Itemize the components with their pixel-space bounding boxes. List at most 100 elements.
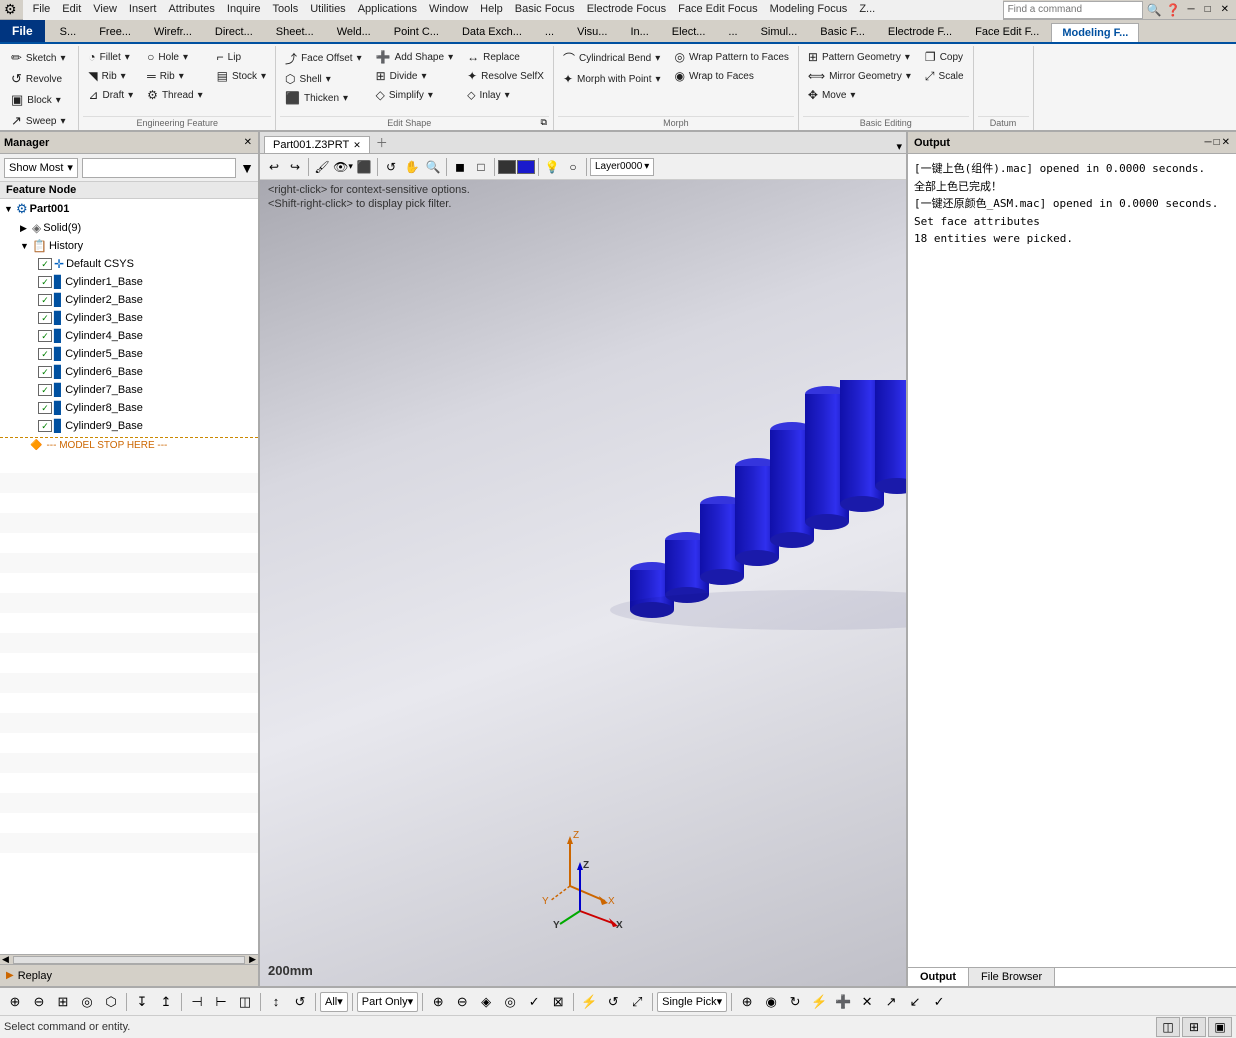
btn-thicken[interactable]: ⬛Thicken▾ — [280, 89, 367, 107]
manager-close-btn[interactable]: ✕ — [242, 137, 254, 148]
tree-item-cyl1[interactable]: ✓ ▊ Cylinder1_Base — [0, 273, 258, 291]
tree-item-default-csys[interactable]: ✓ ✛ Default CSYS — [0, 255, 258, 273]
bt-icon12[interactable]: ↻ — [784, 991, 806, 1013]
btn-thread[interactable]: ⚙Thread▾ — [142, 86, 207, 104]
vp-display-btn[interactable]: ◼ — [450, 157, 470, 177]
tree-item-cyl6[interactable]: ✓ ▊ Cylinder6_Base — [0, 363, 258, 381]
menu-file[interactable]: File — [27, 1, 57, 17]
menu-utilities[interactable]: Utilities — [304, 1, 351, 17]
menu-insert[interactable]: Insert — [123, 1, 163, 17]
btn-scale[interactable]: ⤢Scale — [920, 67, 969, 86]
bt-icon13[interactable]: ⚡ — [808, 991, 830, 1013]
ribbon-tab-sheet[interactable]: Sheet... — [265, 22, 325, 42]
output-tab-file-browser[interactable]: File Browser — [969, 968, 1055, 986]
view-btn-2[interactable]: ⊞ — [1182, 1017, 1206, 1037]
ribbon-tab-electf[interactable]: Electrode F... — [877, 22, 963, 42]
tab-close-btn[interactable]: ✕ — [353, 140, 361, 151]
output-close-btn[interactable]: ✕ — [1222, 137, 1230, 148]
help-icon[interactable]: ❓ — [1166, 3, 1181, 17]
vp-undo-btn[interactable]: ↩ — [264, 157, 284, 177]
menu-attributes[interactable]: Attributes — [162, 1, 220, 17]
tree-item-cyl4[interactable]: ✓ ▊ Cylinder4_Base — [0, 327, 258, 345]
layer-dropdown[interactable]: Layer0000▾ — [590, 158, 654, 176]
btn-block[interactable]: ▣Block▾ — [6, 90, 74, 110]
bt-icon11[interactable]: ◉ — [760, 991, 782, 1013]
ribbon-tab-modelingf[interactable]: Modeling F... — [1051, 23, 1139, 42]
window-minimize[interactable]: ─ — [1184, 4, 1197, 15]
bt-icon16[interactable]: ↗ — [880, 991, 902, 1013]
vp-cube-btn[interactable]: ⬛ — [354, 157, 374, 177]
tree-item-history[interactable]: ▼ 📋 History — [0, 237, 258, 255]
mode-dropdown[interactable]: All▾ — [320, 992, 348, 1012]
file-tab[interactable]: File — [0, 20, 45, 42]
btn-wrap-to-faces[interactable]: ◉Wrap to Faces — [670, 67, 794, 85]
bt-split[interactable]: ◫ — [234, 991, 256, 1013]
tree-item-part001[interactable]: ▼ ⚙ Part001 — [0, 199, 258, 219]
ribbon-tab-ellipsis1[interactable]: ... — [534, 22, 565, 42]
bt-rotate[interactable]: ↺ — [289, 991, 311, 1013]
btn-morph-with-point[interactable]: ✦Morph with Point▾ — [558, 70, 666, 88]
manager-filter-icon[interactable]: ▼ — [240, 160, 254, 176]
vp-pan-btn[interactable]: ✋ — [402, 157, 422, 177]
vp-light-btn[interactable]: 💡 — [542, 157, 562, 177]
bt-icon15[interactable]: ✕ — [856, 991, 878, 1013]
vp-redo-btn[interactable]: ↪ — [285, 157, 305, 177]
menu-view[interactable]: View — [87, 1, 123, 17]
btn-wrap-pattern[interactable]: ◎Wrap Pattern to Faces — [670, 48, 794, 66]
btn-lip[interactable]: ⌐Lip — [212, 48, 271, 66]
btn-move[interactable]: ✥Move▾ — [803, 86, 916, 104]
view-btn-3[interactable]: ▣ — [1208, 1017, 1232, 1037]
ribbon-tab-wire[interactable]: Wirefr... — [143, 22, 203, 42]
bt-move[interactable]: ↕ — [265, 991, 287, 1013]
btn-divide[interactable]: ⊞Divide▾ — [371, 67, 458, 85]
btn-rib[interactable]: ═Rib▾ — [142, 67, 207, 85]
ribbon-tab-faceeditf[interactable]: Face Edit F... — [964, 22, 1050, 42]
vp-wireframe-btn[interactable]: □ — [471, 157, 491, 177]
menu-basic-focus[interactable]: Basic Focus — [509, 1, 581, 17]
menu-electrode-focus[interactable]: Electrode Focus — [581, 1, 672, 17]
tree-item-solid[interactable]: ▶ ◈ Solid(9) — [0, 219, 258, 237]
menu-modeling-focus[interactable]: Modeling Focus — [764, 1, 854, 17]
btn-resolve-selfx[interactable]: ✦Resolve SelfX — [462, 67, 549, 85]
btn-hole[interactable]: ○Hole▾ — [142, 48, 207, 66]
ribbon-tab-s[interactable]: S... — [49, 22, 88, 42]
ribbon-tab-pointc[interactable]: Point C... — [383, 22, 450, 42]
ribbon-tab-simul[interactable]: Simul... — [750, 22, 809, 42]
show-most-dropdown[interactable]: Show Most▾ — [4, 158, 78, 178]
viewport-panel-btn[interactable]: ▾ — [896, 140, 902, 153]
command-search[interactable] — [1003, 1, 1143, 19]
window-close[interactable]: ✕ — [1218, 4, 1232, 15]
bt-grid[interactable]: ⊞ — [52, 991, 74, 1013]
ribbon-tab-in[interactable]: In... — [619, 22, 659, 42]
bt-icon3[interactable]: ◈ — [475, 991, 497, 1013]
vp-color1[interactable] — [498, 160, 516, 174]
new-tab-btn[interactable]: ＋ — [370, 132, 394, 153]
btn-sweep[interactable]: ↗Sweep▾ — [6, 111, 74, 131]
bt-icon9[interactable]: ⤢ — [626, 991, 648, 1013]
ribbon-tab-basicf[interactable]: Basic F... — [809, 22, 876, 42]
ribbon-tab-dataexch[interactable]: Data Exch... — [451, 22, 533, 42]
bt-circle[interactable]: ◎ — [76, 991, 98, 1013]
manager-search[interactable] — [82, 158, 236, 178]
menu-help[interactable]: Help — [474, 1, 509, 17]
bt-icon8[interactable]: ↺ — [602, 991, 624, 1013]
pick-dropdown[interactable]: Single Pick▾ — [657, 992, 727, 1012]
ribbon-tab-direct[interactable]: Direct... — [204, 22, 264, 42]
menu-tools[interactable]: Tools — [267, 1, 305, 17]
vp-view-btn[interactable]: 👁▾ — [333, 157, 353, 177]
vp-rotate-btn[interactable]: ↺ — [381, 157, 401, 177]
replay-label[interactable]: Replay — [18, 970, 52, 982]
bt-add[interactable]: ⊕ — [4, 991, 26, 1013]
bt-frame[interactable]: ⊣ — [186, 991, 208, 1013]
btn-pattern-geometry[interactable]: ⊞Pattern Geometry▾ — [803, 48, 916, 66]
btn-chamfer[interactable]: ◥Rib▾ — [83, 67, 138, 85]
ribbon-tab-elect[interactable]: Elect... — [661, 22, 717, 42]
bt-icon10[interactable]: ⊕ — [736, 991, 758, 1013]
menu-applications[interactable]: Applications — [352, 1, 423, 17]
output-minimize-btn[interactable]: ─ — [1204, 137, 1211, 148]
btn-copy[interactable]: ❐Copy — [920, 48, 969, 66]
viewport-canvas[interactable]: <right-click> for context-sensitive opti… — [260, 180, 906, 986]
menu-more[interactable]: Z... — [853, 1, 881, 17]
bt-hex[interactable]: ⬡ — [100, 991, 122, 1013]
bt-icon7[interactable]: ⚡ — [578, 991, 600, 1013]
